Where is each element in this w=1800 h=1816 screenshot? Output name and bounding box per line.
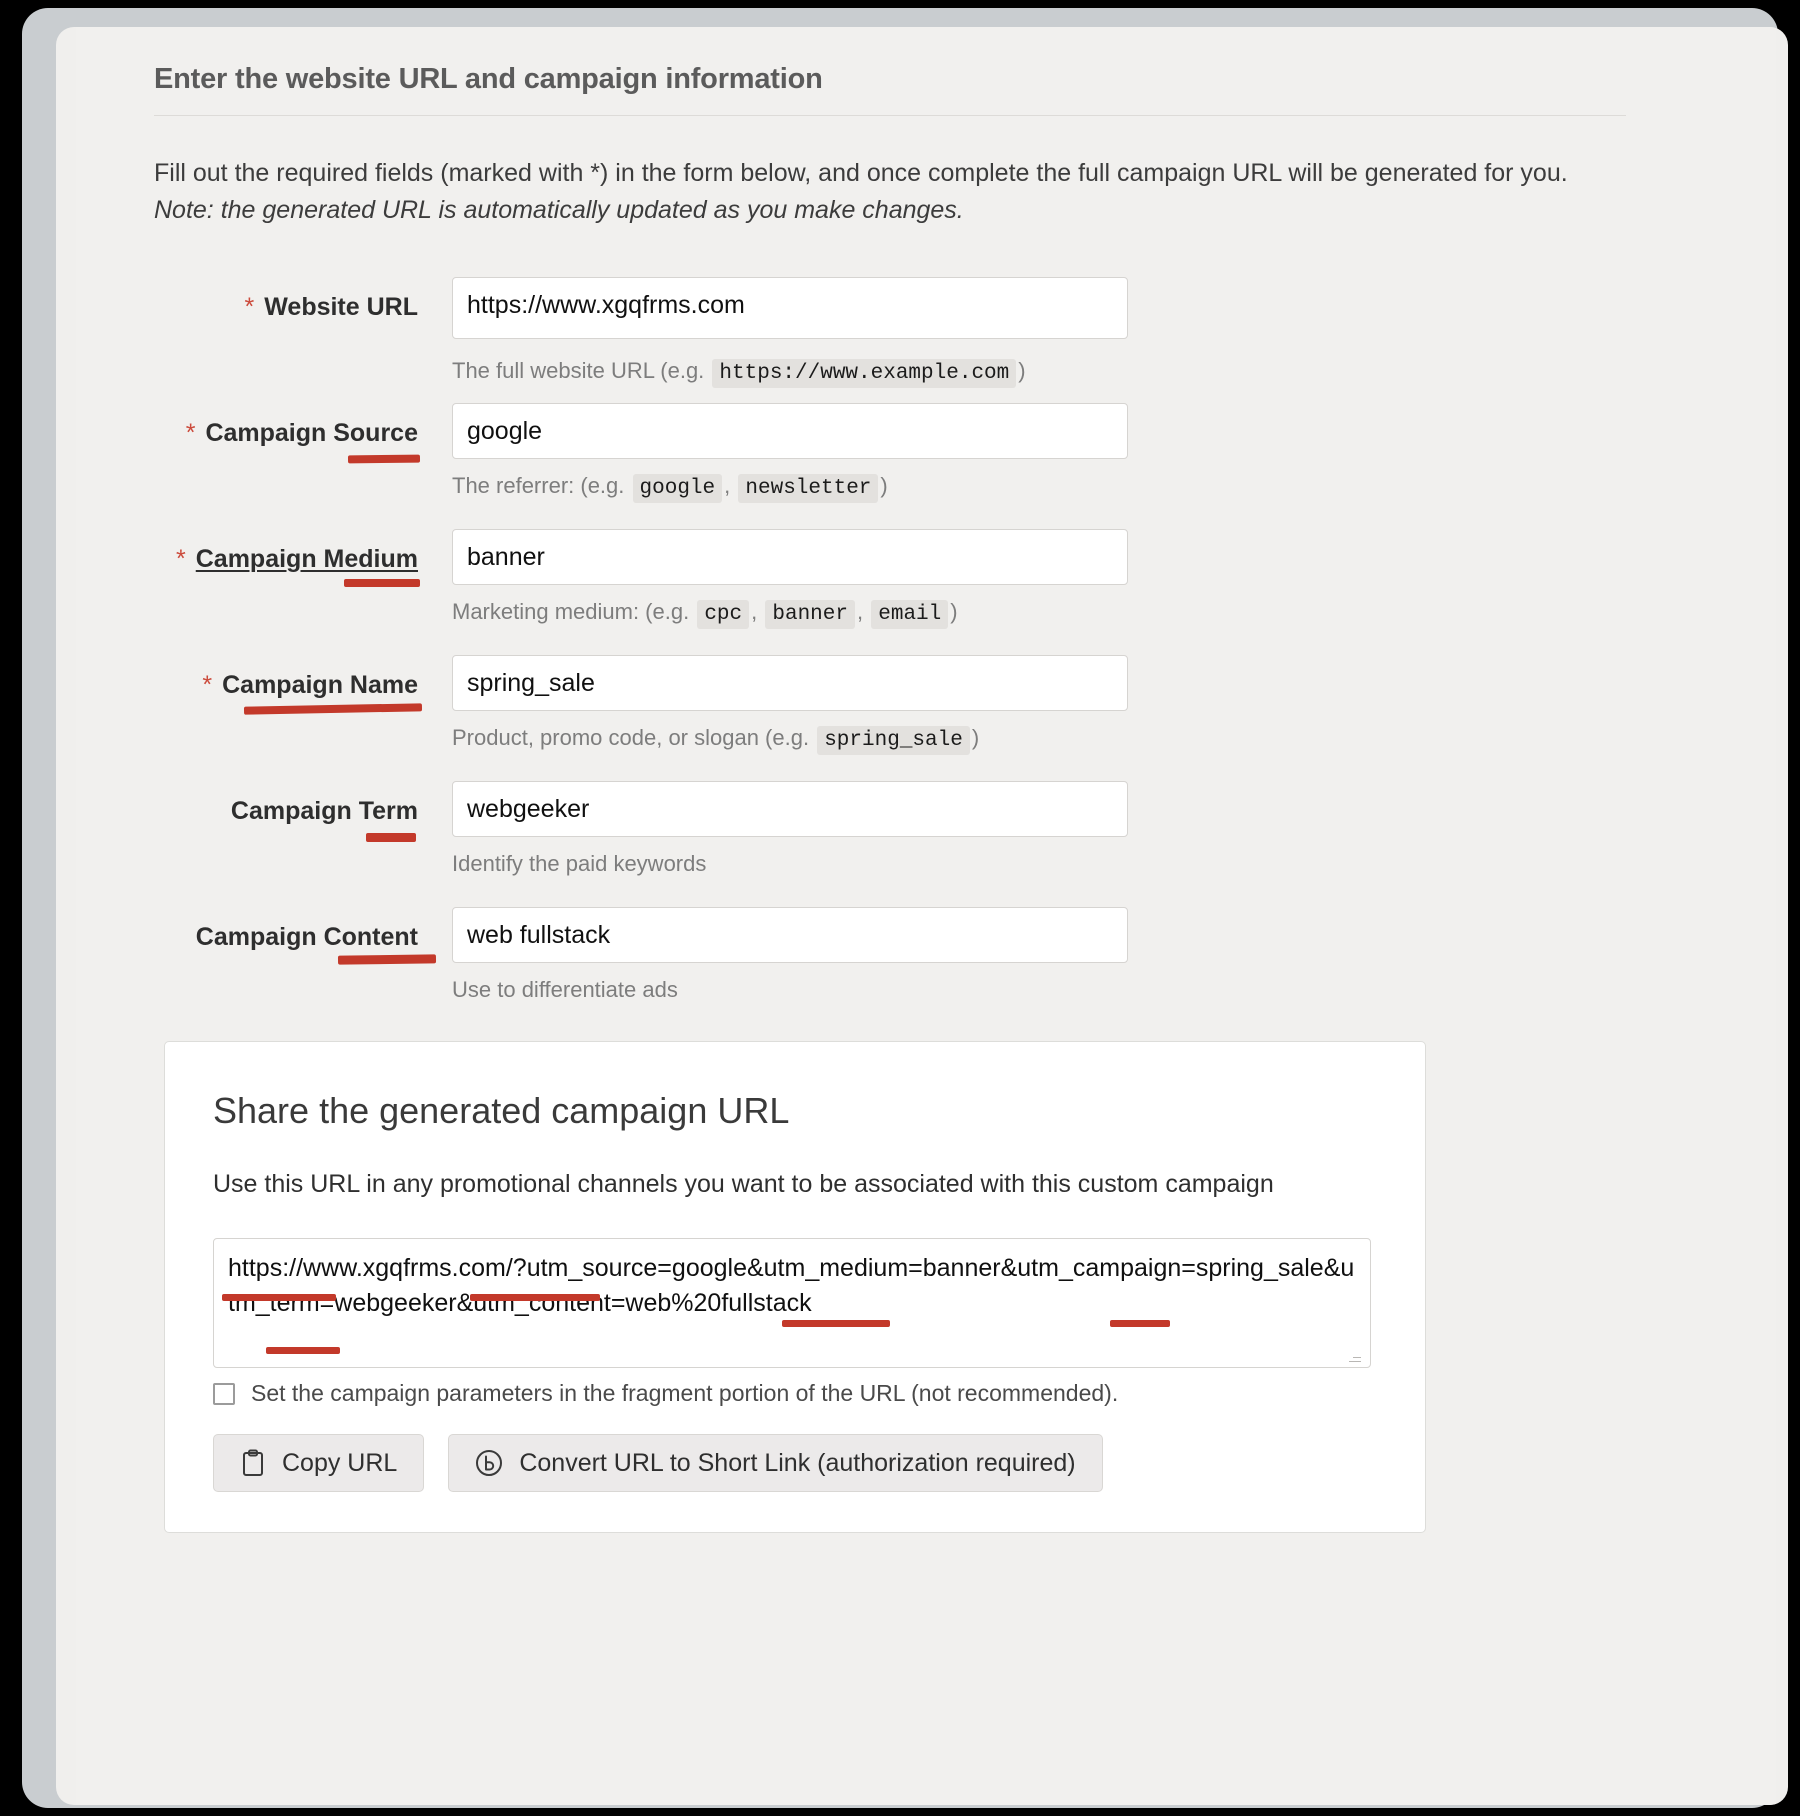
copy-url-button-label: Copy URL: [282, 1448, 398, 1477]
hint-suffix: ): [950, 599, 958, 624]
form-row-campaign-source: * Campaign Source The referrer: (e.g. goo…: [76, 389, 1776, 515]
page-title: Enter the website URL and campaign infor…: [154, 63, 823, 95]
intro-paragraph: Fill out the required fields (marked wit…: [154, 155, 1574, 229]
generated-url-textarea[interactable]: [213, 1238, 1371, 1368]
hint-code-example: spring_sale: [817, 726, 970, 755]
form-row-campaign-name: * Campaign Name Product, promo code, or s…: [76, 641, 1776, 767]
hint-separator: ,: [724, 473, 731, 498]
hint-code-example: banner: [765, 600, 855, 629]
hint-suffix: ): [971, 725, 980, 750]
hint-suffix: ): [1018, 358, 1026, 383]
label-campaign-name: * Campaign Name: [56, 671, 418, 700]
campaign-url-builder-page: Enter the website URL and campaign infor…: [76, 27, 1776, 1805]
required-asterisk: *: [176, 545, 186, 573]
label-campaign-content: Campaign Content: [56, 923, 418, 952]
window-frame-outer: Enter the website URL and campaign infor…: [22, 8, 1788, 1808]
form-row-campaign-term: Campaign Term Identify the paid keywords: [76, 767, 1776, 893]
convert-short-link-button-label: Convert URL to Short Link (authorization…: [519, 1448, 1076, 1477]
fragment-checkbox[interactable]: [213, 1382, 235, 1405]
hint-campaign-source: The referrer: (e.g. google, newsletter): [452, 473, 1128, 503]
intro-main-text: Fill out the required fields (marked wit…: [154, 159, 1568, 187]
label-website-url: * Website URL: [56, 293, 418, 322]
website-url-input[interactable]: [452, 277, 1128, 339]
campaign-medium-input[interactable]: [452, 529, 1128, 585]
label-text: Campaign Medium: [195, 545, 418, 573]
fragment-checkbox-label: Set the campaign parameters in the fragm…: [251, 1380, 1119, 1406]
required-asterisk: *: [202, 671, 213, 699]
hint-suffix: ): [880, 473, 888, 498]
campaign-content-input[interactable]: [452, 907, 1128, 963]
label-text: Website URL: [264, 293, 418, 321]
control-campaign-medium: Marketing medium: (e.g. cpc, banner, ema…: [452, 529, 1128, 629]
label-text: Campaign Source: [205, 419, 418, 447]
hint-prefix: The full website URL (e.g.: [452, 358, 711, 383]
hint-code-example: https://www.example.com: [712, 359, 1017, 388]
hint-campaign-medium: Marketing medium: (e.g. cpc, banner, ema…: [452, 599, 1128, 629]
share-panel-title: Share the generated campaign URL: [213, 1090, 790, 1131]
control-campaign-term: Identify the paid keywords: [452, 781, 1128, 877]
title-divider: [154, 115, 1626, 116]
required-asterisk: *: [185, 419, 196, 447]
fragment-checkbox-row[interactable]: Set the campaign parameters in the fragm…: [213, 1380, 1118, 1407]
form-row-campaign-medium: * Campaign Medium Marketing medium: (e.g.…: [76, 515, 1776, 641]
screenshot-root: Enter the website URL and campaign infor…: [0, 0, 1800, 1816]
form-row-campaign-content: Campaign Content Use to differentiate ad…: [76, 893, 1776, 1019]
form-row-website-url: * Website URL The full website URL (e.g. …: [76, 263, 1776, 389]
window-frame-inner: Enter the website URL and campaign infor…: [56, 27, 1788, 1805]
share-panel: Share the generated campaign URL Use thi…: [164, 1041, 1426, 1533]
label-campaign-term: Campaign Term: [56, 797, 418, 826]
hint-code-example: newsletter: [738, 474, 879, 503]
hint-prefix: Product, promo code, or slogan (e.g.: [452, 725, 816, 750]
campaign-source-input[interactable]: [452, 403, 1128, 459]
campaign-term-input[interactable]: [452, 781, 1128, 837]
clipboard-icon: [240, 1449, 266, 1477]
hint-code-example: email: [871, 600, 949, 629]
share-button-row: Copy URL Convert URL to Short Link (auth…: [213, 1434, 1103, 1492]
label-text: Campaign Name: [222, 671, 418, 699]
hint-website-url: The full website URL (e.g. https://www.e…: [452, 358, 1128, 388]
copy-url-button[interactable]: Copy URL: [213, 1434, 425, 1492]
intro-note-text: Note: the generated URL is automatically…: [154, 196, 964, 224]
label-text: Campaign Term: [230, 797, 418, 825]
label-campaign-medium: * Campaign Medium: [56, 545, 418, 574]
hint-campaign-content: Use to differentiate ads: [452, 977, 678, 1002]
hint-code-example: google: [632, 474, 723, 503]
hint-prefix: The referrer: (e.g.: [452, 473, 631, 498]
control-campaign-name: Product, promo code, or slogan (e.g. spr…: [452, 655, 1128, 755]
bitly-icon: [475, 1449, 503, 1477]
hint-separator: ,: [751, 599, 758, 624]
label-text: Campaign Content: [195, 923, 418, 951]
hint-campaign-name: Product, promo code, or slogan (e.g. spr…: [452, 725, 1128, 755]
convert-short-link-button[interactable]: Convert URL to Short Link (authorization…: [448, 1434, 1103, 1492]
control-campaign-content: Use to differentiate ads: [452, 907, 1128, 1003]
label-campaign-source: * Campaign Source: [56, 419, 418, 448]
control-website-url: The full website URL (e.g. https://www.e…: [452, 277, 1128, 388]
control-campaign-source: The referrer: (e.g. google, newsletter): [452, 403, 1128, 503]
hint-separator: ,: [857, 599, 864, 624]
required-asterisk: *: [244, 293, 255, 321]
campaign-name-input[interactable]: [452, 655, 1128, 711]
hint-campaign-term: Identify the paid keywords: [452, 851, 707, 876]
share-panel-description: Use this URL in any promotional channels…: [213, 1170, 1274, 1198]
campaign-form: * Website URL The full website URL (e.g. …: [76, 263, 1776, 1019]
hint-code-example: cpc: [697, 600, 750, 629]
hint-prefix: Marketing medium: (e.g.: [452, 599, 696, 624]
